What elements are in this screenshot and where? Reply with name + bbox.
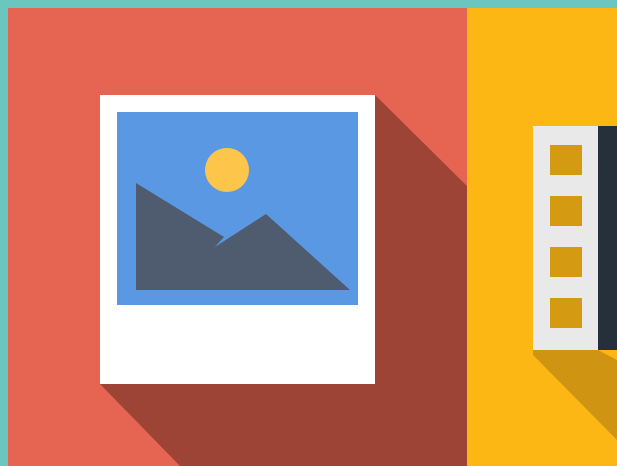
image-tile[interactable] (8, 8, 467, 466)
video-tile[interactable] (467, 8, 617, 466)
icon-canvas (0, 0, 617, 466)
photo-icon (100, 95, 375, 384)
film-hole-icon (550, 298, 582, 328)
film-strip-icon (533, 126, 617, 350)
film-hole-icon (550, 247, 582, 277)
sun-icon (205, 148, 249, 192)
icon-grid-view (0, 0, 617, 466)
film-frame (598, 126, 617, 350)
film-hole-icon (550, 145, 582, 175)
film-hole-icon (550, 196, 582, 226)
